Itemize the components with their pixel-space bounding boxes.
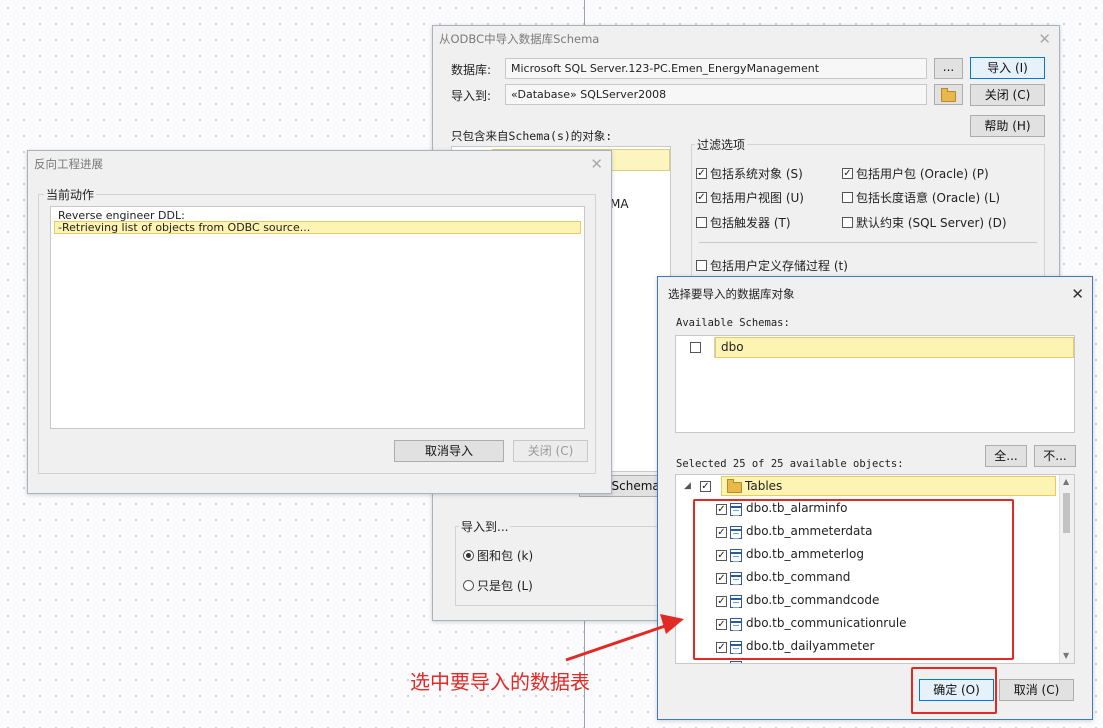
annotation-text: 选中要导入的数据表 (410, 670, 590, 694)
annotation-arrow (565, 614, 684, 662)
